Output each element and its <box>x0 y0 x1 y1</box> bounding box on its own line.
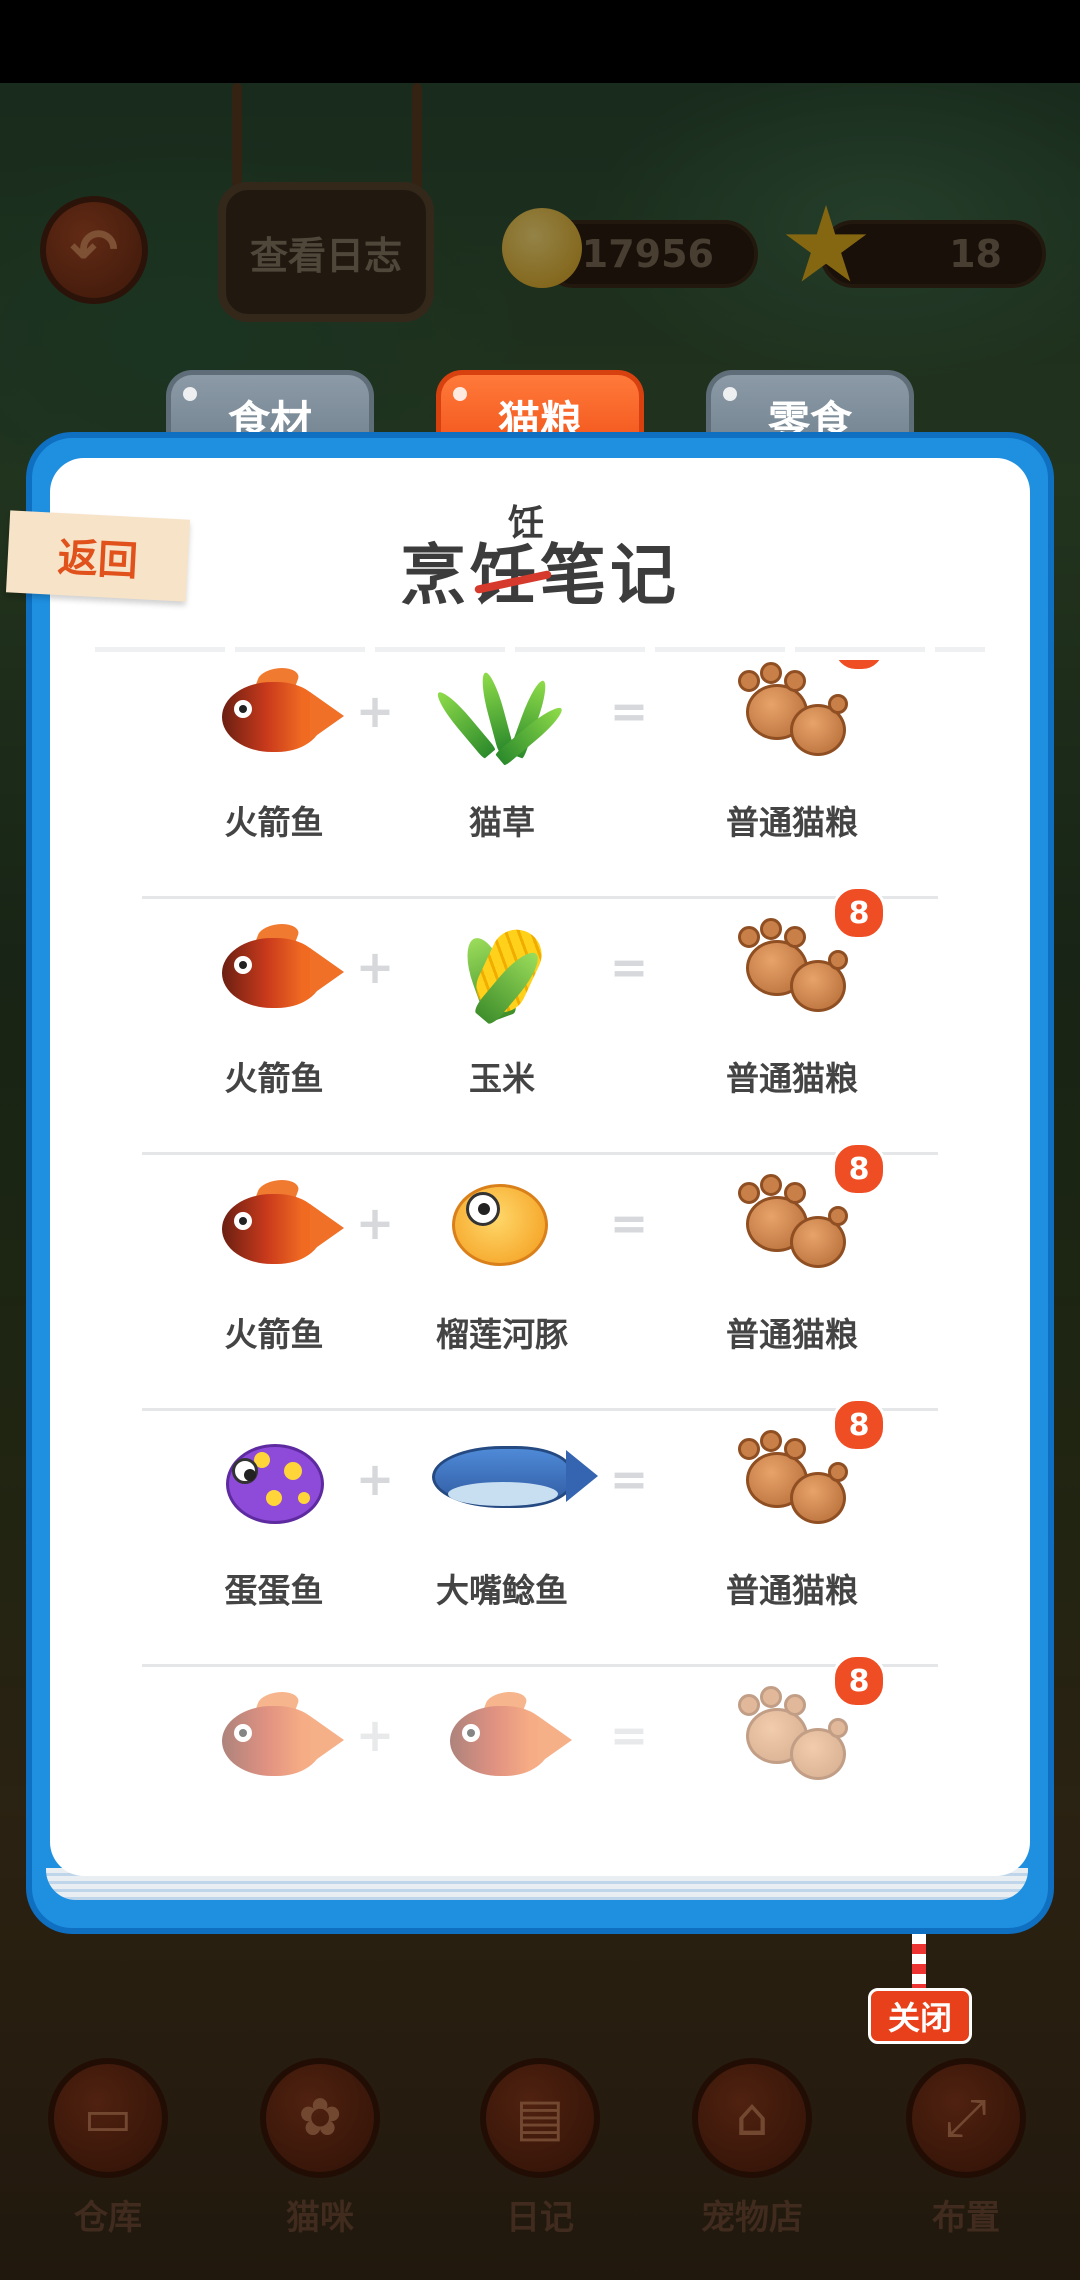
cat-food-paw-icon <box>732 1430 852 1532</box>
back-button[interactable]: 返回 <box>5 510 191 602</box>
tab-shine <box>723 387 737 401</box>
tab-shine <box>183 387 197 401</box>
ingredient-b-label: 大嘴鲶鱼 <box>436 1571 568 1610</box>
cat-food-paw-icon <box>732 1174 852 1276</box>
bigmouth-catfish-icon <box>432 1432 598 1532</box>
rocket-fish-icon <box>214 920 344 1020</box>
rocket-fish-icon <box>214 664 344 764</box>
ingredient-a: 火箭鱼 <box>164 920 364 1140</box>
ingredient-a-label: 火箭鱼 <box>224 1059 324 1098</box>
cat-grass-icon <box>432 664 567 767</box>
close-button-stick <box>912 1934 926 1992</box>
equals-sign: = <box>609 684 649 738</box>
ingredient-a: 火箭鱼 <box>164 664 364 884</box>
back-label: 返回 <box>56 534 139 586</box>
result-count-badge: 8 <box>832 1654 886 1708</box>
recipe-row[interactable]: + = 8 <box>50 1654 1030 1860</box>
recipe-result: 普通猫粮 <box>682 918 882 1140</box>
recipe-row[interactable]: 蛋蛋鱼 + 大嘴鲶鱼 = 普通猫粮 8 <box>50 1398 1030 1668</box>
row-divider <box>142 1152 938 1155</box>
recipe-list[interactable]: 火箭鱼 + 猫草 = 普通猫粮 8 <box>50 660 1030 1860</box>
equals-sign: = <box>609 940 649 994</box>
recipe-result: 普通猫粮 <box>682 662 882 884</box>
ingredient-b: 榴莲河豚 <box>392 1176 592 1396</box>
result-label: 普通猫粮 <box>726 1571 858 1610</box>
cat-food-paw-icon <box>732 918 852 1020</box>
result-label: 普通猫粮 <box>726 803 858 842</box>
close-label: 关闭 <box>887 1999 952 2037</box>
rocket-fish-icon <box>214 1688 344 1788</box>
close-button[interactable]: 关闭 <box>868 1988 972 2044</box>
recipe-result <box>682 1686 882 1860</box>
ingredient-a-label: 火箭鱼 <box>224 803 324 842</box>
rocket-fish-icon <box>214 1176 344 1276</box>
equals-sign: = <box>609 1708 649 1762</box>
title-part-1: 烹 <box>400 537 470 614</box>
egg-fish-icon <box>214 1432 334 1532</box>
row-divider <box>142 1408 938 1411</box>
title-correction: 饪 <box>508 503 545 544</box>
result-label: 普通猫粮 <box>726 1059 858 1098</box>
ingredient-a: 蛋蛋鱼 <box>164 1432 364 1652</box>
cat-food-paw-icon <box>732 662 852 764</box>
equals-sign: = <box>609 1196 649 1250</box>
ingredient-a-label: 火箭鱼 <box>224 1315 324 1354</box>
result-label: 普通猫粮 <box>726 1315 858 1354</box>
ingredient-b-label: 玉米 <box>469 1059 535 1098</box>
corn-icon <box>442 920 562 1027</box>
row-divider <box>142 896 938 899</box>
ingredient-b: 玉米 <box>392 920 592 1140</box>
ingredient-b: 猫草 <box>392 664 592 884</box>
row-divider <box>142 1664 938 1667</box>
durian-pufferfish-icon <box>442 1176 562 1276</box>
ingredient-a-label: 蛋蛋鱼 <box>224 1571 324 1610</box>
result-count-badge: 8 <box>832 886 886 940</box>
recipe-result: 普通猫粮 <box>682 1174 882 1396</box>
title-divider <box>95 647 985 652</box>
ingredient-a: 火箭鱼 <box>164 1176 364 1396</box>
ingredient-b-label: 榴莲河豚 <box>436 1315 568 1354</box>
ingredient-b: 大嘴鲶鱼 <box>392 1432 598 1652</box>
recipe-row[interactable]: 火箭鱼 + 榴莲河豚 = 普通猫粮 8 <box>50 1142 1030 1412</box>
equals-sign: = <box>609 1452 649 1506</box>
recipe-result: 普通猫粮 <box>682 1430 882 1652</box>
result-count-badge: 8 <box>832 1142 886 1196</box>
title-part-3: 笔记 <box>540 537 680 614</box>
cat-food-paw-icon <box>732 1686 852 1788</box>
ingredient-b-label: 猫草 <box>469 803 535 842</box>
ingredient-b <box>392 1688 592 1860</box>
tab-shine <box>453 387 467 401</box>
result-count-badge: 8 <box>832 1398 886 1452</box>
recipe-row[interactable]: 火箭鱼 + 猫草 = 普通猫粮 8 <box>50 660 1030 900</box>
ingredient-a <box>164 1688 364 1860</box>
rocket-fish-icon <box>442 1688 572 1788</box>
recipe-row[interactable]: 火箭鱼 + 玉米 = 普通猫粮 8 <box>50 886 1030 1156</box>
